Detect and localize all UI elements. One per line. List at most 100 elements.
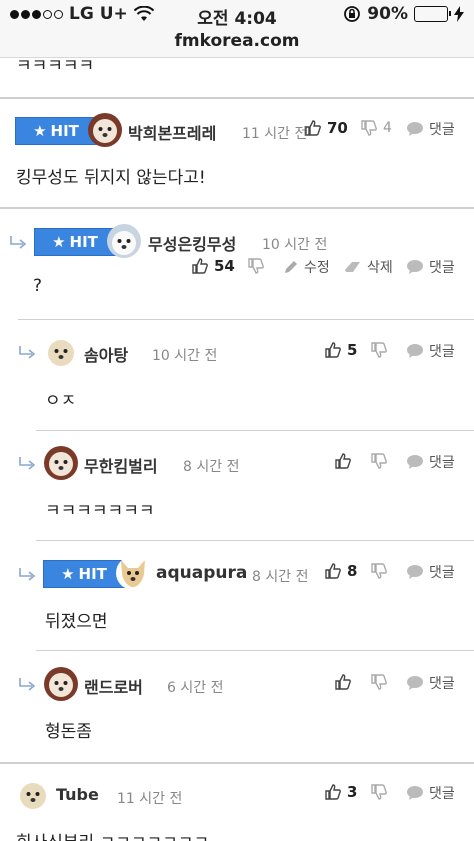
divider (0, 207, 474, 209)
like-button[interactable] (334, 673, 352, 691)
comment-time: 11 시간 전 (117, 791, 183, 807)
divider (36, 650, 474, 651)
comment-author[interactable]: aquapura (156, 563, 247, 583)
previous-comment-text: ㅋㅋㅋㅋㅋ (16, 56, 95, 76)
battery-icon (414, 6, 451, 22)
comment-time: 10 시간 전 (152, 348, 218, 364)
comment-text: 킹무성도 뒤지지 않는다고! (16, 168, 206, 188)
reply-button[interactable]: 댓글 (406, 257, 455, 277)
like-button[interactable]: 8 (324, 562, 357, 580)
comment-text: 회사신부리 ㅋㅋㅋㅋㅋㅋㅋ (16, 828, 209, 841)
avatar[interactable] (44, 667, 78, 701)
reply-label: 댓글 (429, 260, 455, 276)
reply-button[interactable]: 댓글 (406, 341, 455, 361)
comment-author[interactable]: 박희본프레레 (128, 120, 216, 144)
avatar[interactable] (16, 778, 50, 812)
like-button[interactable]: 5 (324, 341, 357, 359)
comment-author[interactable]: Tube (56, 785, 99, 804)
comment-time: 10 시간 전 (262, 237, 328, 253)
hit-label: HIT (78, 565, 107, 583)
like-count: 70 (327, 119, 348, 137)
eraser-icon (344, 260, 362, 274)
divider (0, 97, 474, 99)
like-count: 8 (347, 562, 358, 580)
reply-arrow-icon (19, 678, 36, 691)
like-button[interactable]: 54 (191, 257, 235, 275)
speech-bubble-icon (406, 259, 424, 275)
speech-bubble-icon (406, 454, 424, 470)
reply-button[interactable]: 댓글 (406, 452, 455, 472)
comment-text: ㅇㅈ (45, 391, 77, 411)
comment-author[interactable]: 무성은킹무성 (148, 231, 236, 255)
avatar[interactable] (44, 335, 78, 369)
divider (36, 430, 474, 431)
thumbs-up-icon (304, 119, 322, 137)
thumbs-up-icon (324, 562, 342, 580)
comment-time: 8 시간 전 (252, 569, 309, 585)
like-button[interactable] (334, 452, 352, 470)
comment-time: 8 시간 전 (183, 459, 240, 475)
divider (18, 319, 474, 320)
comment-text: ㅋㅋㅋㅋㅋㅋㅋ (45, 501, 155, 521)
reply-arrow-icon (19, 568, 36, 581)
hit-badge: ★ HIT (15, 117, 97, 145)
star-icon: ★ (52, 233, 66, 251)
thumbs-up-icon (334, 673, 352, 691)
edit-button[interactable]: 수정 (283, 257, 330, 277)
thumbs-down-icon (360, 119, 378, 137)
reply-arrow-icon (19, 457, 36, 470)
dislike-button[interactable] (247, 257, 265, 275)
comment-time: 6 시간 전 (167, 680, 224, 696)
comment-text: 형돈좀 (45, 722, 92, 742)
delete-label: 삭제 (367, 260, 393, 276)
speech-bubble-icon (406, 675, 424, 691)
comment-text: 뒤졌으면 (45, 612, 108, 632)
reply-label: 댓글 (429, 344, 455, 360)
status-bar: LG U+ 오전 4:04 90% (0, 0, 474, 29)
thumbs-down-icon (370, 673, 388, 691)
edit-label: 수정 (304, 260, 330, 276)
reply-button[interactable]: 댓글 (406, 783, 455, 803)
divider (0, 762, 474, 764)
reply-arrow-icon (19, 346, 36, 359)
like-button[interactable]: 3 (324, 783, 357, 801)
like-count: 3 (347, 783, 358, 801)
hit-label: HIT (69, 233, 98, 251)
avatar[interactable] (107, 224, 141, 258)
like-button[interactable]: 70 (304, 119, 348, 137)
avatar[interactable] (116, 556, 150, 590)
dislike-button[interactable] (370, 562, 388, 580)
speech-bubble-icon (406, 343, 424, 359)
comment-author[interactable]: 무한킴벌리 (84, 453, 158, 477)
reply-button[interactable]: 댓글 (406, 119, 455, 139)
thumbs-up-icon (334, 452, 352, 470)
speech-bubble-icon (406, 121, 424, 137)
divider (36, 540, 474, 541)
reply-label: 댓글 (429, 122, 455, 138)
dislike-count: 4 (383, 120, 392, 136)
reply-label: 댓글 (429, 565, 455, 581)
like-count: 5 (347, 341, 358, 359)
hit-label: HIT (50, 122, 79, 140)
dislike-button[interactable] (370, 452, 388, 470)
status-right: 90% (343, 4, 464, 24)
reply-label: 댓글 (429, 676, 455, 692)
reply-button[interactable]: 댓글 (406, 673, 455, 693)
dislike-button[interactable] (370, 341, 388, 359)
comment-author[interactable]: 랜드로버 (84, 674, 143, 698)
thumbs-down-icon (370, 452, 388, 470)
dislike-button[interactable] (370, 783, 388, 801)
dislike-button[interactable] (370, 673, 388, 691)
avatar[interactable] (44, 446, 78, 480)
reply-button[interactable]: 댓글 (406, 562, 455, 582)
avatar[interactable] (88, 113, 122, 147)
battery-percent: 90% (367, 4, 408, 24)
comment-time: 11 시간 전 (242, 126, 308, 142)
comment-author[interactable]: 솜아탕 (84, 342, 128, 366)
comment-text: ? (33, 276, 43, 296)
dislike-button[interactable]: 4 (360, 119, 392, 137)
like-count: 54 (214, 257, 235, 275)
thumbs-up-icon (324, 341, 342, 359)
delete-button[interactable]: 삭제 (344, 257, 393, 277)
speech-bubble-icon (406, 564, 424, 580)
